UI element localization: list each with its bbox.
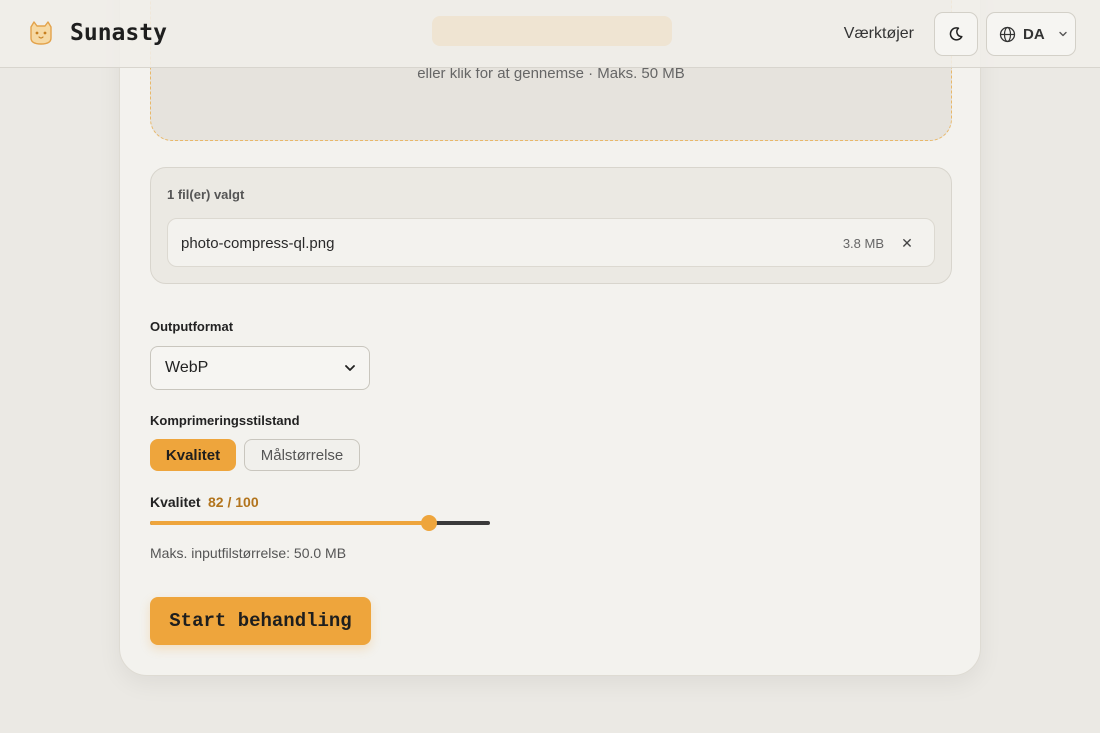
quality-label: Kvalitet: [150, 494, 201, 510]
cat-logo-icon: [30, 21, 52, 45]
header-ghost-button: [432, 16, 672, 46]
file-size: 3.8 MB: [842, 236, 884, 251]
quality-slider-thumb[interactable]: [421, 515, 437, 531]
output-format-select[interactable]: WebP: [150, 346, 370, 390]
mode-target-size-button[interactable]: Målstørrelse: [244, 439, 360, 471]
upload-card: eller klik for at gennemse · Maks. 50 MB…: [119, 0, 981, 676]
page: eller klik for at gennemse · Maks. 50 MB…: [0, 0, 1100, 733]
chevron-down-icon: [345, 365, 355, 371]
language-select-button[interactable]: DA: [986, 12, 1076, 56]
file-name: photo-compress-ql.png: [181, 235, 335, 252]
quality-value: 82 / 100: [208, 494, 259, 510]
chevron-down-icon: [1058, 31, 1067, 37]
nav-tools-link[interactable]: Værktøjer: [844, 25, 914, 43]
language-code: DA: [1023, 25, 1045, 43]
brand-name[interactable]: Sunasty: [70, 20, 167, 46]
compression-mode-label: Komprimeringsstilstand: [150, 413, 300, 428]
selected-files-panel: 1 fil(er) valgt photo-compress-ql.png 3.…: [150, 167, 952, 284]
output-format-label: Outputformat: [150, 319, 234, 334]
quality-slider[interactable]: [150, 515, 490, 531]
output-format-value: WebP: [165, 359, 209, 376]
remove-file-button[interactable]: ✕: [894, 230, 920, 256]
quality-slider-fill: [150, 521, 429, 525]
files-count-label: 1 fil(er) valgt: [167, 187, 245, 202]
theme-toggle-button[interactable]: [934, 12, 978, 56]
max-input-size-note: Maks. inputfilstørrelse: 50.0 MB: [150, 545, 347, 561]
top-header: Sunasty Værktøjer DA: [0, 0, 1100, 68]
start-processing-button[interactable]: Start behandling: [150, 597, 371, 645]
file-item: photo-compress-ql.png 3.8 MB ✕: [167, 218, 935, 267]
globe-icon: [999, 26, 1016, 42]
moon-icon: [949, 27, 963, 41]
mode-quality-button[interactable]: Kvalitet: [150, 439, 236, 471]
close-icon: ✕: [901, 234, 913, 251]
